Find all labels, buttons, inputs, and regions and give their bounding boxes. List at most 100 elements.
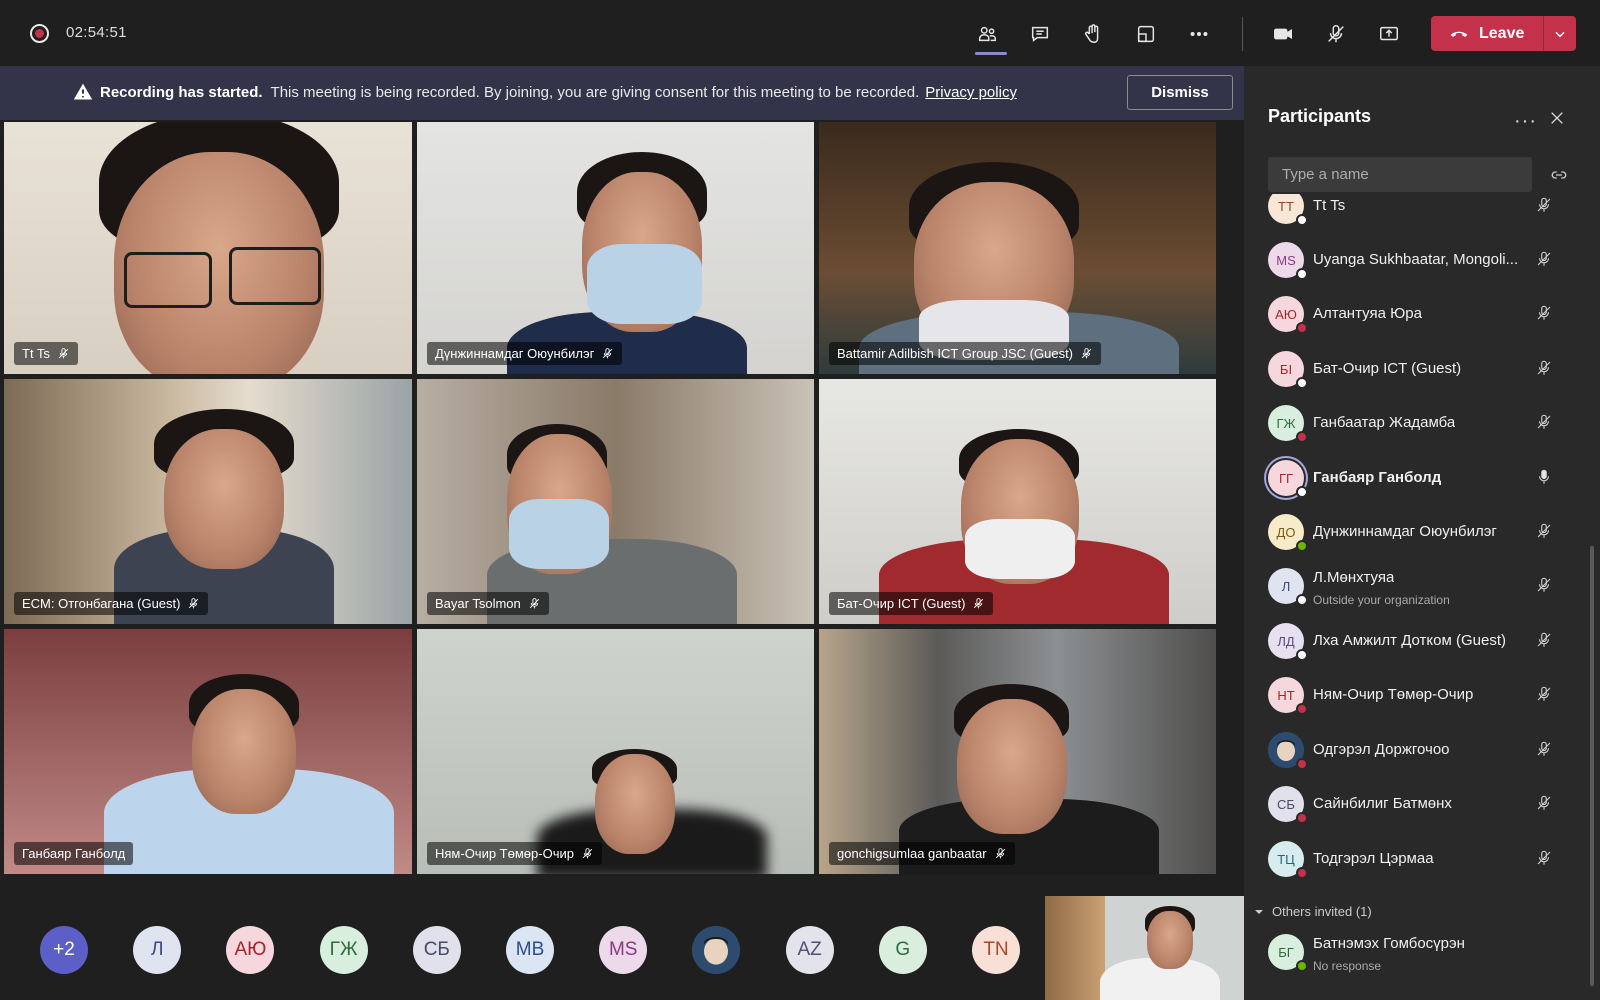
participant-row[interactable]: Одгэрэл Доржгочоо <box>1244 722 1584 777</box>
strip-avatar[interactable]: G <box>878 926 927 974</box>
participant-name: Одгэрэл Доржгочоо <box>1313 741 1450 758</box>
banner-message: This meeting is being recorded. By joini… <box>270 84 920 101</box>
camera-button[interactable] <box>1266 17 1300 51</box>
presence-status-icon <box>1296 867 1308 879</box>
video-tile[interactable]: Бат-Очир ICT (Guest) <box>819 379 1216 624</box>
presence-status-icon <box>1296 377 1308 389</box>
mic-muted-icon <box>995 848 1005 859</box>
self-view-video[interactable] <box>1045 896 1244 1000</box>
dismiss-button[interactable]: Dismiss <box>1127 75 1233 110</box>
privacy-policy-link[interactable]: Privacy policy <box>925 84 1017 101</box>
leave-main[interactable]: Leave <box>1431 16 1543 51</box>
video-tile[interactable]: Bayar Tsolmon <box>417 379 814 624</box>
participant-name: Tt Ts <box>1313 197 1346 214</box>
chat-button[interactable] <box>1023 17 1057 51</box>
more-icon <box>1190 31 1208 37</box>
strip-avatar[interactable]: MS <box>599 926 648 974</box>
participant-row[interactable]: MS Uyanga Sukhbaatar, Mongoli... <box>1244 232 1584 287</box>
presence-status-icon <box>1296 540 1308 552</box>
invited-participant-row[interactable]: БГ Батнэмэх Гомбосүрэн No response <box>1244 924 1584 979</box>
avatar-initials: G <box>895 939 911 960</box>
share-screen-button[interactable] <box>1372 17 1406 51</box>
tile-name-label: Ням-Очир Төмөр-Очир <box>427 842 602 865</box>
presence-status-icon <box>1296 960 1308 972</box>
more-actions-button[interactable] <box>1182 17 1216 51</box>
strip-avatar[interactable]: +2 <box>40 926 88 974</box>
raise-hand-button[interactable] <box>1076 17 1110 51</box>
participants-button[interactable] <box>970 17 1004 51</box>
warning-icon <box>73 83 93 100</box>
panel-scrollbar[interactable] <box>1590 546 1594 986</box>
video-tile[interactable]: Tt Ts <box>4 122 412 374</box>
participant-row[interactable]: НТ Ням-Очир Төмөр-Очир <box>1244 667 1584 722</box>
avatar-initials: АЮ <box>234 939 267 960</box>
participant-row[interactable]: СБ Сайнбилиг Батмөнх <box>1244 776 1584 831</box>
participant-name: Л.Мөнхтуяа <box>1313 569 1395 586</box>
leave-button[interactable]: Leave <box>1431 16 1576 51</box>
strip-avatar[interactable]: ГЖ <box>319 926 368 974</box>
strip-avatar[interactable]: AZ <box>785 926 834 974</box>
strip-avatar[interactable]: MB <box>506 926 554 974</box>
participant-row[interactable]: ТЦ Тодгэрэл Цэрмаа <box>1244 831 1584 886</box>
video-tile[interactable]: ECM: Отгонбагана (Guest) <box>4 379 412 624</box>
participant-name: Алтантуяа Юра <box>1313 305 1422 322</box>
participants-icon <box>978 26 996 42</box>
share-invite-link-icon[interactable] <box>1550 166 1568 184</box>
participant-list: TT Tt Ts MS Uyanga Sukhbaatar, Mongoli... АЮ… <box>1244 194 1600 1000</box>
mic-muted-icon <box>582 848 593 859</box>
meeting-toolbar: 02:54:51 Leave <box>0 0 1600 66</box>
participant-row[interactable]: ГЖ Ганбаатар Жадамба <box>1244 395 1584 450</box>
participant-row[interactable]: Л Л.Мөнхтуяа Outside your organization <box>1244 558 1584 613</box>
strip-avatar[interactable]: TN <box>972 926 1020 974</box>
video-tile[interactable]: gonchigsumlaa ganbaatar <box>819 629 1216 874</box>
avatar-initials: MS <box>608 939 638 960</box>
participant-row[interactable]: ГГ Ганбаяр Ганболд <box>1244 450 1584 505</box>
panel-more-icon[interactable]: ··· <box>1514 110 1537 133</box>
banner-text: Recording has started. This meeting is be… <box>100 84 1017 101</box>
others-invited-header[interactable]: Others invited (1) <box>1254 904 1372 919</box>
participant-search-input[interactable] <box>1268 157 1532 192</box>
participant-row[interactable]: АЮ Алтантуяа Юра <box>1244 286 1584 341</box>
avatar-initials: +2 <box>53 939 75 960</box>
mic-button[interactable] <box>1319 17 1353 51</box>
recording-indicator-icon <box>30 24 49 43</box>
strip-avatar[interactable]: СБ <box>412 926 461 974</box>
share-screen-icon <box>1380 26 1398 41</box>
video-tile[interactable]: Ганбаяр Ганболд <box>4 629 412 874</box>
toolbar-divider <box>1242 17 1243 51</box>
participant-row[interactable]: БI Бат-Очир ICT (Guest) <box>1244 341 1584 396</box>
tile-name-label: Bayar Tsolmon <box>427 592 549 615</box>
rooms-button[interactable] <box>1129 17 1163 51</box>
participant-name: Ганбаяр Ганболд <box>1313 469 1442 486</box>
video-tile[interactable]: Дүнжиннамдаг Оюунбилэг <box>417 122 814 374</box>
strip-avatar[interactable]: Л <box>133 926 182 974</box>
presence-status-icon <box>1296 758 1308 770</box>
participant-name: Тодгэрэл Цэрмаа <box>1313 850 1434 867</box>
presence-status-icon <box>1296 594 1308 606</box>
presence-status-icon <box>1296 486 1308 498</box>
video-tile[interactable]: Ням-Очир Төмөр-Очир <box>417 629 814 874</box>
raise-hand-icon <box>1084 24 1099 43</box>
mic-muted-icon <box>1535 413 1553 436</box>
participant-name: Ганбаатар Жадамба <box>1313 414 1456 431</box>
mic-muted-icon <box>1535 576 1553 599</box>
strip-avatar[interactable] <box>692 926 741 974</box>
mic-muted-icon <box>1081 348 1092 359</box>
tile-name-label: ECM: Отгонбагана (Guest) <box>14 592 209 615</box>
mic-muted-icon <box>1535 250 1553 273</box>
presence-status-icon <box>1296 431 1308 443</box>
presence-status-icon <box>1296 812 1308 824</box>
participant-row[interactable]: ЛД Лха Амжилт Дотком (Guest) <box>1244 613 1584 668</box>
presence-status-icon <box>1296 649 1308 661</box>
close-icon[interactable] <box>1549 110 1565 126</box>
leave-label: Leave <box>1479 24 1525 42</box>
mic-icon <box>1535 468 1553 491</box>
participant-row[interactable]: ДО Дүнжиннамдаг Оюунбилэг <box>1244 504 1584 559</box>
video-tile[interactable]: Battamir Adilbish ICT Group JSC (Guest) <box>819 122 1216 374</box>
others-label: Others invited (1) <box>1272 904 1372 919</box>
participant-name: Ням-Очир Төмөр-Очир <box>1313 686 1474 703</box>
participant-name: Uyanga Sukhbaatar, Mongoli... <box>1313 251 1519 268</box>
participant-row[interactable]: TT Tt Ts <box>1244 194 1584 233</box>
leave-options-button[interactable] <box>1543 16 1576 51</box>
active-tab-indicator <box>975 52 1007 55</box>
